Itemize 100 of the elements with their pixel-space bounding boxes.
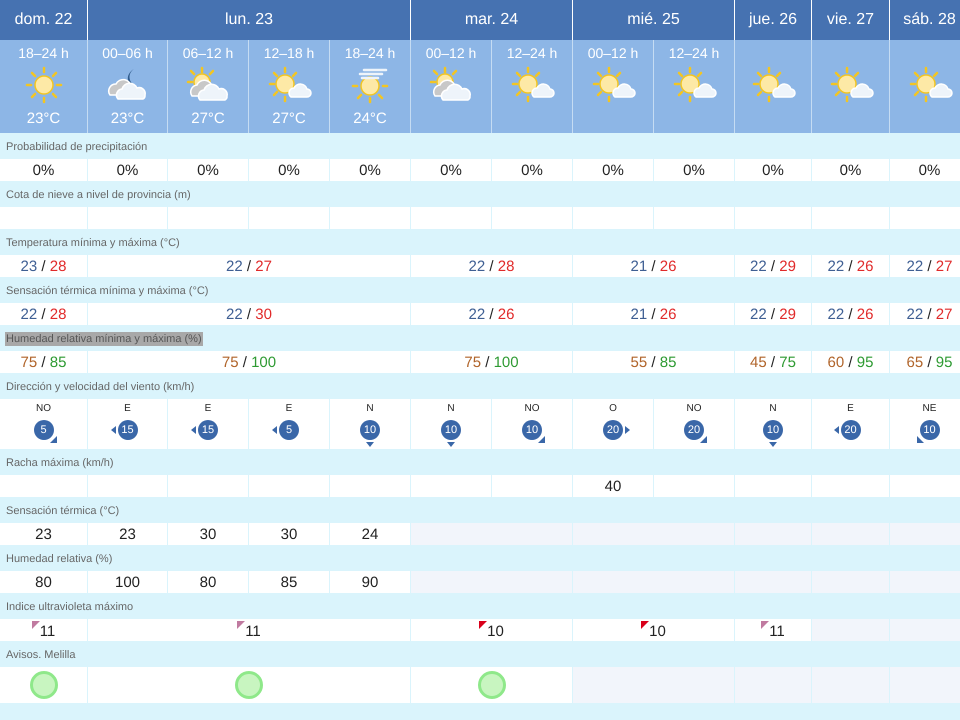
section-title: Temperatura mínima y máxima (°C): [5, 236, 181, 250]
cell-value: 0%: [840, 162, 862, 178]
range-value: 75 / 85: [20, 354, 66, 370]
uv-value: 11: [245, 622, 261, 640]
uv-value: 11: [769, 622, 785, 640]
period-header: 12–18 h 27°C: [249, 40, 329, 133]
day-header: dom. 22: [0, 0, 87, 40]
wind-speed-badge: 15: [198, 420, 218, 440]
range-value: 22 / 27: [906, 306, 952, 322]
range-value: 22 / 26: [468, 306, 514, 322]
section-title: Humedad relativa (%): [5, 552, 114, 566]
wind-pointer-icon: [110, 426, 116, 434]
section-title: Sensación térmica mínima y máxima (°C): [5, 284, 210, 298]
wind-pointer-icon: [272, 426, 277, 434]
wind-direction: E: [124, 403, 131, 414]
cell-value: 0%: [602, 162, 624, 178]
wind-direction: O: [609, 403, 617, 414]
period-header: 18–24 h 24°C: [330, 40, 410, 133]
wind-direction: E: [204, 403, 212, 414]
cell-value: 30: [200, 526, 216, 542]
cell-value: 0%: [918, 162, 940, 178]
section-title: Indice ultravioleta máximo: [5, 600, 134, 614]
cell-value: 0%: [683, 162, 705, 178]
range-value: 45 / 75: [750, 354, 796, 370]
wind-pointer-icon: [366, 442, 374, 447]
wind-speed-badge: 20: [840, 420, 860, 440]
table-cell: [890, 475, 960, 497]
wind-speed-badge: 10: [360, 420, 380, 440]
day-header: jue. 26: [735, 0, 811, 40]
period-header: 00–12 h: [411, 40, 491, 133]
period-header: 00–12 h: [573, 40, 653, 133]
range-value: 65 / 95: [906, 354, 952, 370]
cell-value: 0%: [440, 162, 462, 178]
section-title: Probabilidad de precipitación: [5, 140, 148, 154]
cell-value: 0%: [359, 162, 381, 178]
cell-value: 0%: [521, 162, 543, 178]
range-value: 75 / 100: [464, 354, 519, 370]
wind-pointer-icon: [769, 442, 777, 447]
cell-value: 0%: [32, 162, 54, 178]
section-title: Racha máxima (km/h): [5, 456, 115, 470]
range-value: 22 / 26: [828, 258, 874, 274]
section-title: Dirección y velocidad del viento (km/h): [5, 380, 196, 394]
range-value: 22 / 27: [226, 258, 272, 274]
range-value: 55 / 85: [630, 354, 676, 370]
wind-pointer-icon: [538, 436, 545, 443]
range-value: 22 / 29: [750, 306, 796, 322]
cell-value: 100: [114, 574, 140, 590]
wind-pointer-icon: [700, 436, 707, 443]
cell-value: 23: [119, 526, 136, 542]
wind-pointer-icon: [191, 426, 196, 434]
cell-value: 0%: [116, 162, 138, 178]
cell-value: 40: [604, 478, 622, 494]
cell-value: 80: [35, 574, 52, 590]
wind-speed-badge: 10: [763, 420, 783, 440]
range-value: 21 / 26: [630, 306, 676, 322]
cell-value: 24: [362, 526, 378, 542]
period-header: 00–06 h 23°C: [88, 40, 167, 133]
range-value: 22 / 26: [828, 306, 874, 322]
section-title: Avisos. Melilla: [5, 648, 76, 662]
day-header: sáb. 28: [890, 0, 960, 40]
cell-value: 0%: [762, 162, 784, 178]
range-value: 22 / 27: [906, 258, 952, 274]
section-title: Humedad relativa mínima y máxima (%): [5, 332, 203, 346]
wind-direction: E: [286, 403, 292, 414]
cell-value: 90: [362, 574, 378, 590]
wind-pointer-icon: [625, 426, 630, 434]
period-header: 06–12 h 27°C: [168, 40, 248, 133]
cell-value: 80: [200, 574, 216, 590]
wind-speed-badge: 10: [441, 420, 461, 440]
uv-value: 11: [40, 622, 56, 640]
range-value: 22 / 30: [226, 306, 272, 322]
wind-speed-badge: 15: [118, 420, 138, 440]
wind-direction: N: [447, 403, 455, 414]
wind-speed-badge: 20: [603, 420, 623, 440]
table-cell: [890, 207, 960, 229]
day-header: lun. 23: [88, 0, 410, 40]
wind-pointer-icon: [834, 426, 838, 434]
wind-speed-badge: 5: [279, 420, 299, 440]
wind-speed-badge: 5: [34, 420, 54, 440]
range-value: 23 / 28: [20, 258, 66, 274]
range-value: 75 / 100: [222, 354, 276, 370]
range-value: 60 / 95: [828, 354, 874, 370]
range-value: 21 / 26: [630, 258, 676, 274]
wind-direction: E: [847, 403, 854, 414]
period-header: 12–24 h: [492, 40, 572, 133]
wind-pointer-icon: [447, 442, 455, 447]
section-title: Sensación térmica (°C): [5, 504, 120, 518]
cell-value: 0%: [197, 162, 219, 178]
range-value: 22 / 28: [20, 306, 66, 322]
wind-speed-badge: 20: [684, 420, 704, 440]
cell-value: 85: [280, 574, 298, 590]
wind-speed-badge: 10: [522, 420, 542, 440]
wind-pointer-icon: [50, 436, 56, 443]
wind-direction: NO: [686, 403, 702, 414]
uv-value: 10: [649, 622, 666, 640]
wind-direction: N: [366, 403, 374, 414]
range-value: 22 / 28: [468, 258, 514, 274]
range-value: 22 / 29: [750, 258, 796, 274]
cell-value: 0%: [278, 162, 300, 178]
day-header: vie. 27: [812, 0, 889, 40]
